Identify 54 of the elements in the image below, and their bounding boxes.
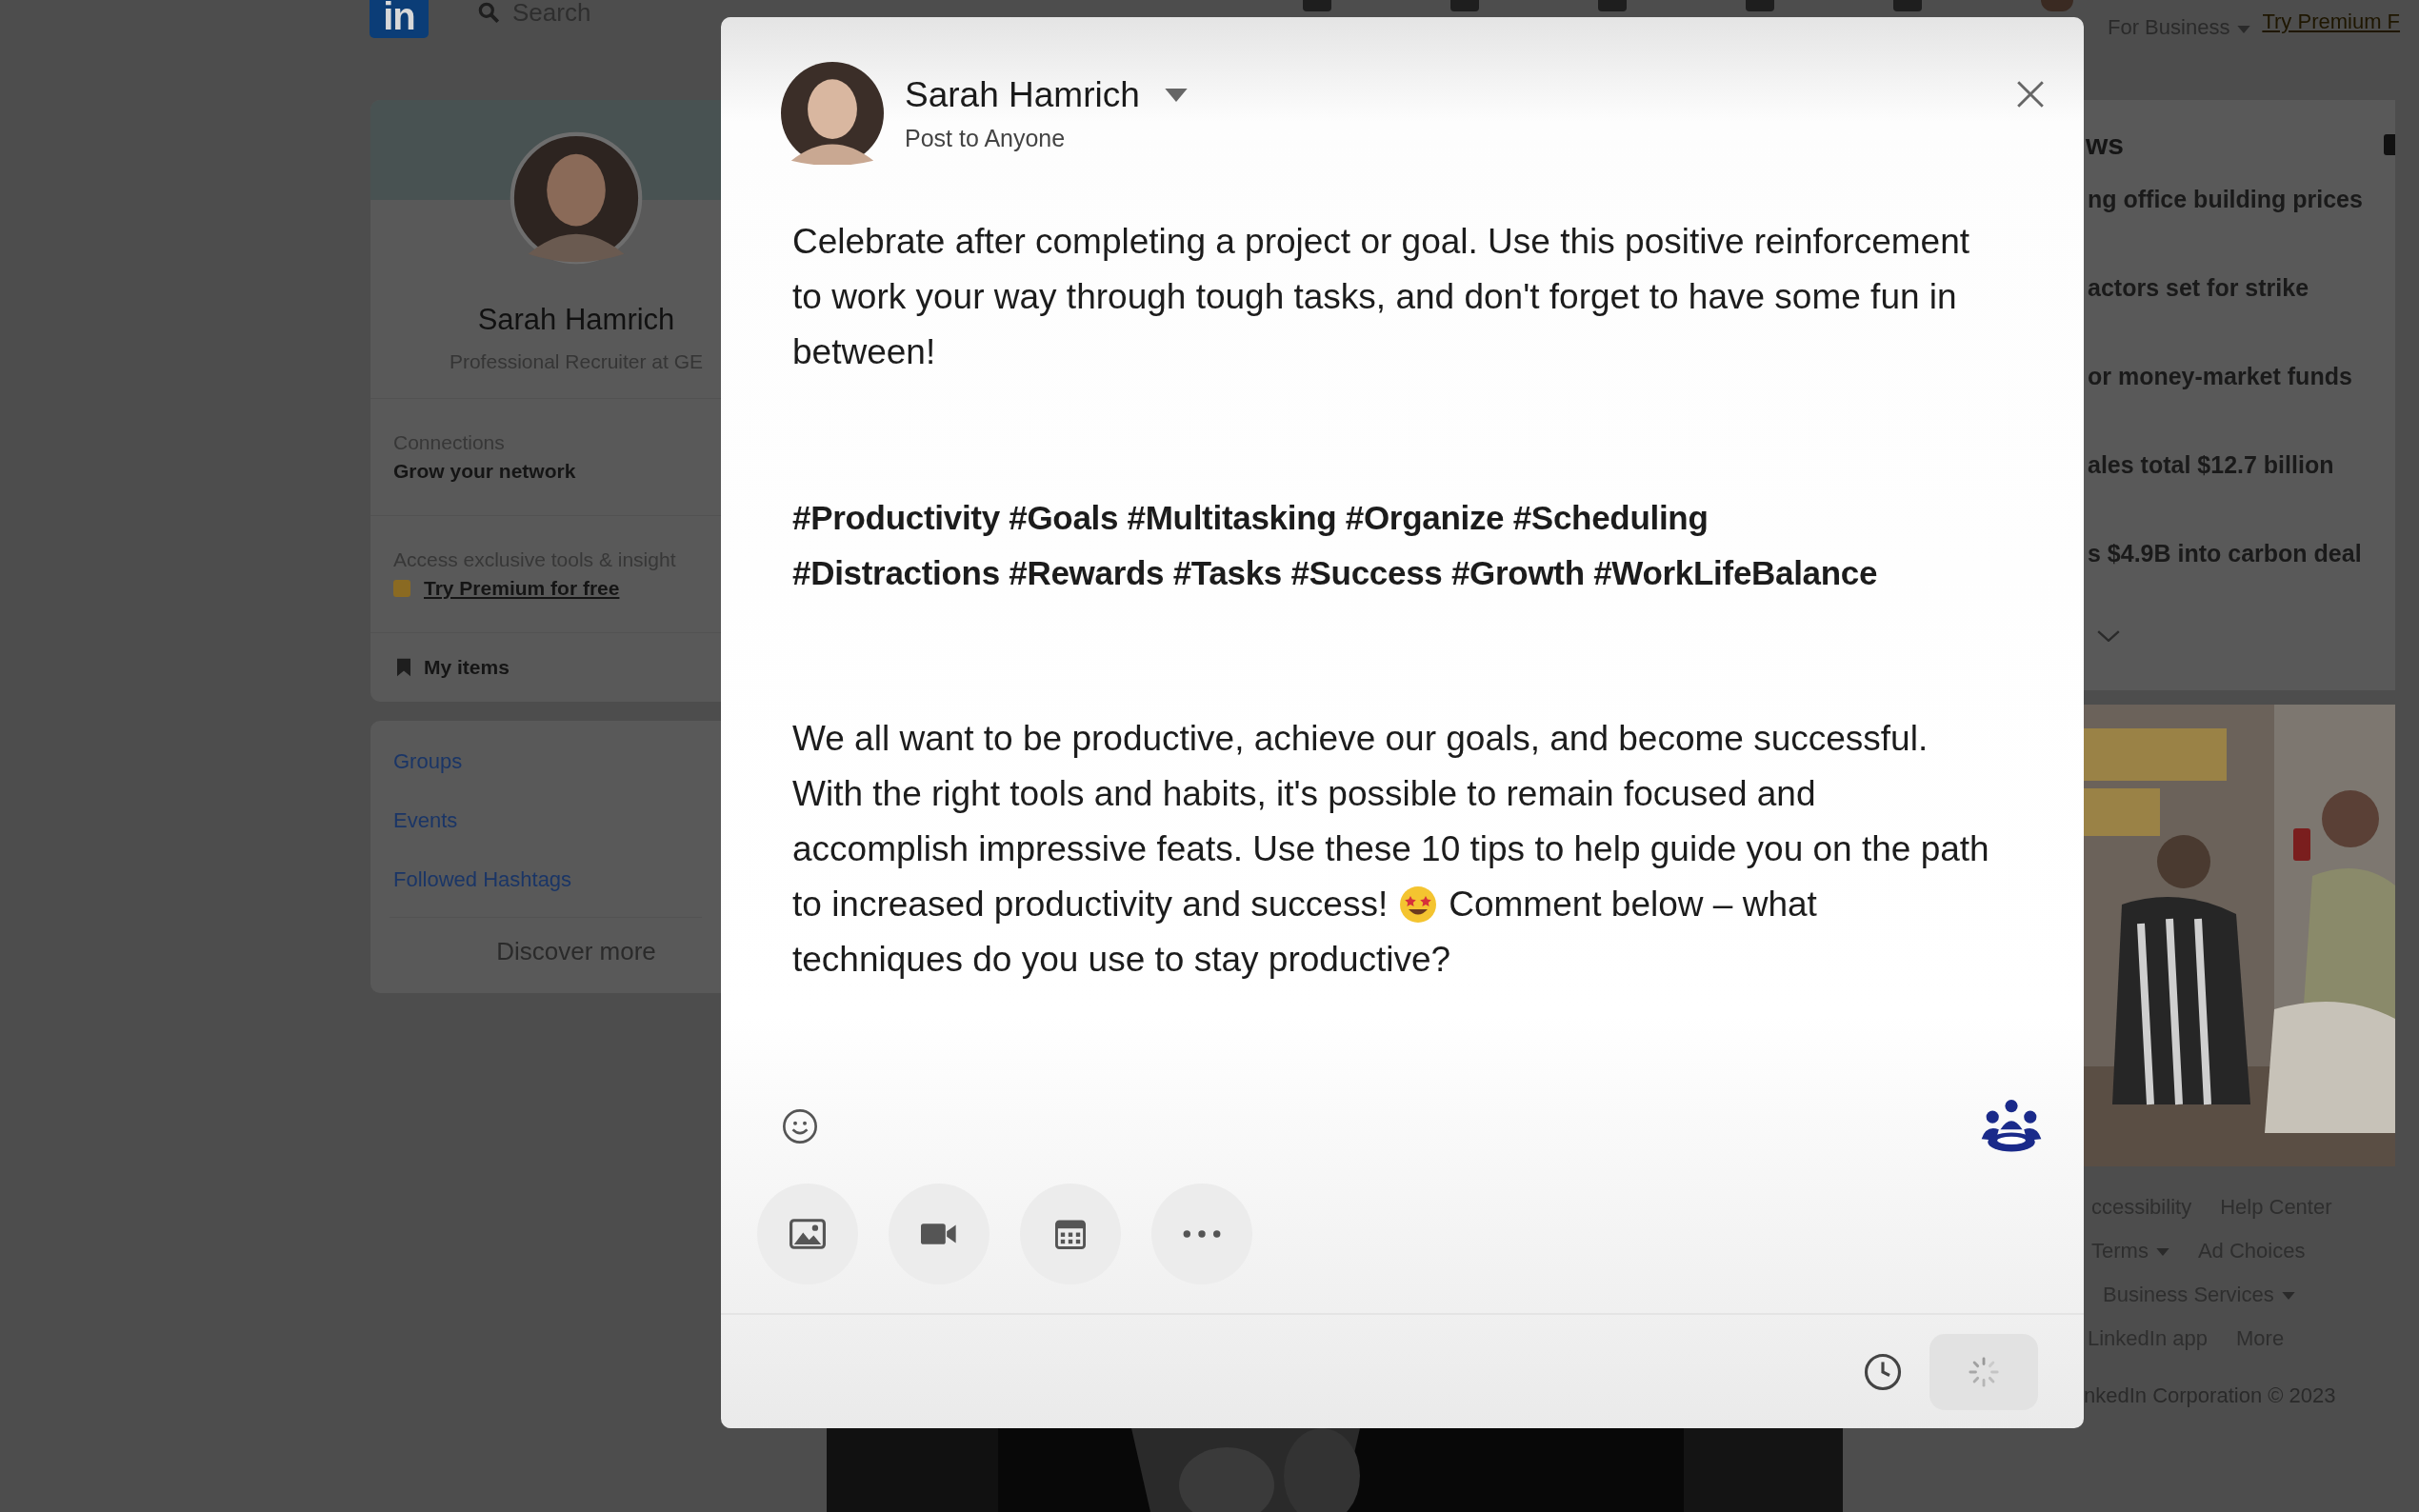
star-eyes-emoji-icon bbox=[1399, 885, 1438, 924]
grow-network-link[interactable]: Grow your network bbox=[393, 460, 698, 483]
news-headline[interactable]: ng office building prices bbox=[2084, 186, 2395, 274]
premium-link[interactable]: Try Premium for free bbox=[424, 577, 620, 600]
image-icon bbox=[790, 1219, 826, 1249]
post-text-line: techniques do you use to stay productive? bbox=[792, 939, 1451, 981]
toolbar-icon[interactable] bbox=[1450, 0, 1479, 11]
caret-icon bbox=[2281, 1292, 2295, 1300]
post-text-line: Comment below – what bbox=[1449, 884, 1817, 925]
profile-name[interactable]: Sarah Hamrich bbox=[477, 303, 675, 337]
post-text-line: With the right tools and habits, it's possible to remain focused and bbox=[792, 773, 1816, 815]
audience-label[interactable]: Post to Anyone bbox=[905, 124, 1188, 152]
news-title: ws bbox=[2085, 129, 2125, 161]
news-headline[interactable]: or money-market funds bbox=[2084, 363, 2395, 451]
emoji-icon[interactable] bbox=[781, 1107, 819, 1145]
caret-icon bbox=[2237, 26, 2251, 33]
post-text-line: Celebrate after completing a project or goal. Use this positive reinforcement bbox=[792, 221, 1970, 263]
caret-icon bbox=[2155, 1248, 2169, 1256]
bookmark-icon bbox=[397, 658, 410, 677]
premium-icon bbox=[393, 580, 410, 597]
premium-link[interactable]: Try Premium F bbox=[2262, 10, 2400, 34]
shortcut-link[interactable]: Events bbox=[393, 808, 698, 833]
chevron-down-icon[interactable] bbox=[2097, 630, 2120, 642]
search-icon bbox=[476, 0, 501, 25]
shortcut-link[interactable]: Groups bbox=[393, 749, 698, 774]
info-icon[interactable] bbox=[2384, 134, 2395, 155]
post-text-line: to increased productivity and success! bbox=[792, 884, 1389, 925]
avatar-icon[interactable] bbox=[2041, 0, 2073, 11]
avatar-icon bbox=[510, 131, 643, 265]
toolbar-icon[interactable] bbox=[1893, 0, 1922, 11]
clock-icon[interactable] bbox=[1863, 1351, 1903, 1392]
news-headline[interactable]: s $4.9B into carbon deal bbox=[2084, 540, 2395, 628]
my-items-link[interactable]: My items bbox=[424, 656, 510, 679]
post-text-line: accomplish impressive feats. Use these 10 tips to help guide you on the path bbox=[792, 828, 1989, 870]
caret-icon[interactable] bbox=[1164, 88, 1188, 102]
toolbar-icon[interactable] bbox=[1303, 0, 1331, 11]
more-icon bbox=[1183, 1229, 1221, 1239]
calendar-icon bbox=[1052, 1219, 1089, 1249]
hashtag-line: #Distractions #Rewards #Tasks #Success #Growth #WorkLifeBalance bbox=[792, 553, 1879, 593]
post-text-line: to work your way through tough tasks, and don't forget to have some fun in bbox=[792, 276, 1958, 318]
logo[interactable]: in bbox=[370, 0, 429, 38]
news-headline[interactable]: ales total $12.7 billion bbox=[2084, 451, 2395, 540]
avatar-icon bbox=[781, 62, 884, 165]
post-button[interactable] bbox=[1929, 1333, 2038, 1410]
spinner-icon bbox=[1968, 1355, 2000, 1388]
post-text-line: between! bbox=[792, 331, 937, 373]
author-name[interactable]: Sarah Hamrich bbox=[905, 74, 1140, 115]
close-icon[interactable] bbox=[2015, 79, 2046, 109]
shortcut-link[interactable]: Followed Hashtags bbox=[393, 867, 698, 892]
toolbar-icon[interactable] bbox=[1598, 0, 1627, 11]
hashtag-line: #Productivity #Goals #Multitasking #Organize #Scheduling bbox=[792, 498, 1709, 538]
news-headline[interactable]: actors set for strike bbox=[2084, 274, 2395, 363]
toolbar-icon[interactable] bbox=[1746, 0, 1774, 11]
post-text-line: We all want to be productive, achieve our goals, and become successful. bbox=[792, 718, 1929, 760]
